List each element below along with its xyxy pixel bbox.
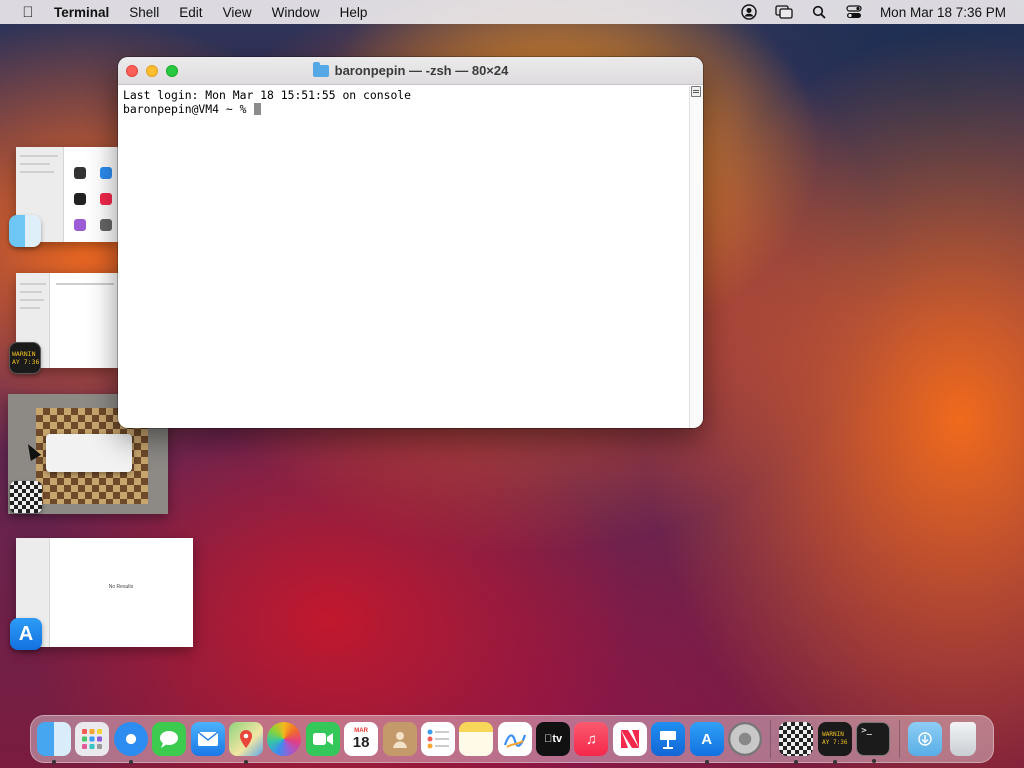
dock-separator [770,720,772,758]
search-icon[interactable] [810,4,828,20]
dock-calendar-icon[interactable]: MAR 18 [344,722,379,756]
dock: MAR 18 tv ♫ A WARNIN AY 7:36 >_ [30,715,994,764]
dock-photos-icon[interactable] [267,722,302,756]
dock-chess-icon[interactable] [779,722,814,764]
terminal-content[interactable]: Last login: Mon Mar 18 15:51:55 on conso… [118,86,689,428]
window-title: baronpepin — -zsh — 80×24 [334,63,509,78]
dock-terminal-prompt: >_ [861,726,873,736]
screen-mirror-icon[interactable] [775,4,793,20]
console-icon[interactable]: WARNIN AY 7:36 [9,342,41,374]
dock-console-icon[interactable]: WARNIN AY 7:36 [817,722,852,764]
minimize-button[interactable] [146,65,158,77]
apple-menu-icon[interactable]:  [18,4,38,21]
stage-thumbnail-app-store[interactable]: No Results [16,538,193,647]
dock-terminal-icon[interactable]: >_ [856,722,891,763]
dock-maps-icon[interactable] [228,722,263,764]
control-center-icon[interactable] [845,4,863,20]
menu-bar:  Terminal Shell Edit View Window Help M… [0,0,1024,24]
menu-clock[interactable]: Mon Mar 18 7:36 PM [880,5,1006,20]
dock-tv-icon[interactable]: tv [536,722,571,756]
terminal-prompt-line[interactable]: baronpepin@VM4 ~ % [123,102,684,116]
dock-music-icon[interactable]: ♫ [574,722,609,756]
dock-freeform-icon[interactable] [497,722,532,756]
dock-messages-icon[interactable] [152,722,187,756]
zoom-button[interactable] [166,65,178,77]
split-pane-icon[interactable] [691,86,701,97]
terminal-prompt: baronpepin@VM4 ~ % [123,102,254,116]
dock-finder-icon[interactable] [37,722,71,764]
dock-console-text: WARNIN AY 7:36 [822,731,848,746]
app-store-thumbnail-text: No Results [108,584,134,590]
dock-facetime-icon[interactable] [305,722,340,756]
scrollbar[interactable] [689,86,703,428]
menu-view[interactable]: View [223,5,252,20]
menu-app-name[interactable]: Terminal [54,5,109,20]
chess-icon[interactable] [10,481,42,513]
close-button[interactable] [126,65,138,77]
menu-edit[interactable]: Edit [179,5,202,20]
dock-system-settings-icon[interactable] [728,722,763,756]
dock-launchpad-icon[interactable] [75,722,110,756]
dock-keynote-icon[interactable] [651,722,686,756]
user-icon[interactable] [740,4,758,20]
finder-icon[interactable] [9,215,41,247]
dock-separator [898,720,900,758]
app-store-icon[interactable]: A [10,618,42,650]
menu-help[interactable]: Help [340,5,368,20]
dock-contacts-icon[interactable] [382,722,417,756]
calendar-day: 18 [352,733,370,751]
dock-trash-icon[interactable] [949,722,976,756]
tv-label: tv [548,733,562,745]
window-titlebar[interactable]: baronpepin — -zsh — 80×24 [118,57,703,85]
menu-window[interactable]: Window [272,5,320,20]
dock-app-store-icon[interactable]: A [689,722,724,764]
text-cursor [254,103,262,115]
dock-mail-icon[interactable] [190,722,225,756]
terminal-window[interactable]: baronpepin — -zsh — 80×24 Last login: Mo… [118,57,703,428]
menu-shell[interactable]: Shell [129,5,159,20]
dock-safari-icon[interactable] [113,722,148,764]
dock-notes-icon[interactable] [459,722,494,756]
dock-reminders-icon[interactable] [420,722,455,756]
dock-news-icon[interactable] [612,722,647,756]
dock-downloads-folder-icon[interactable] [907,722,942,756]
terminal-line-login: Last login: Mon Mar 18 15:51:55 on conso… [123,88,412,102]
folder-icon [312,61,329,77]
